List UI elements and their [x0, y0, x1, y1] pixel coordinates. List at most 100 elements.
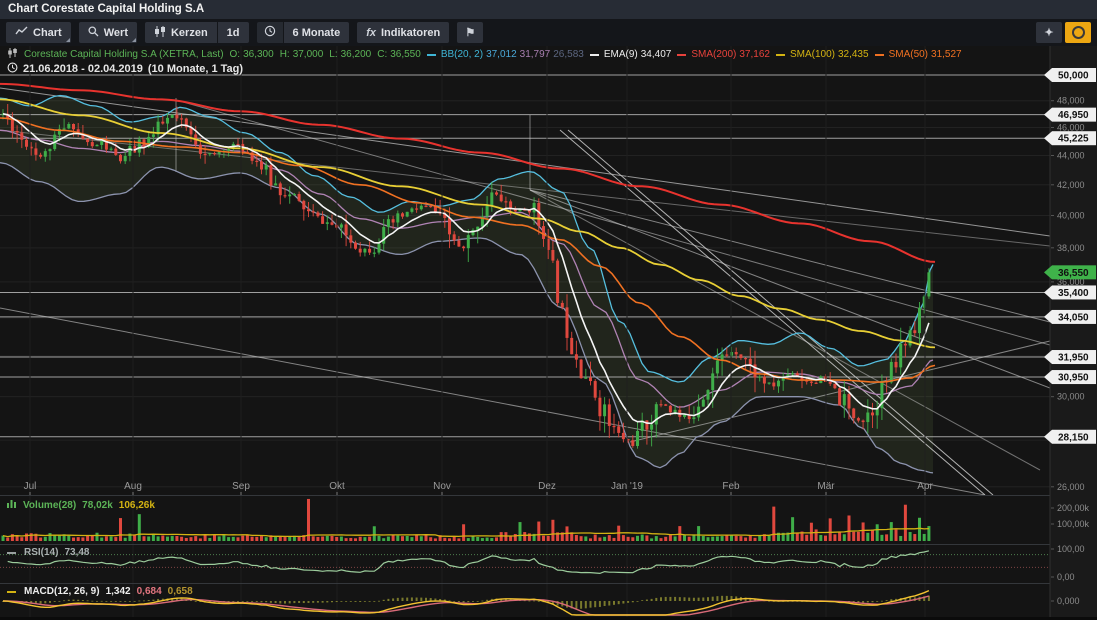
toolbar-right-tools: ✦: [1036, 22, 1091, 43]
date-range-detail: (10 Monate, 1 Tag): [148, 63, 243, 75]
svg-text:50,000: 50,000: [1058, 71, 1089, 82]
search-icon: [88, 26, 99, 40]
macd-label: MACD(12, 26, 9): [24, 586, 100, 597]
sma50-swatch-icon: [875, 54, 884, 56]
instrument-icon: [7, 48, 18, 61]
sma200-swatch-icon: [677, 54, 686, 56]
instrument-search-label: Wert: [104, 27, 128, 39]
time-range-label: 6 Monate: [293, 27, 341, 39]
legend-bb[interactable]: BB(20, 2)37,01231,79726,583: [427, 49, 584, 60]
clock-icon: [7, 62, 18, 76]
interval-label: 1d: [227, 27, 240, 39]
legend-ema[interactable]: EMA(9)34,407: [590, 49, 672, 60]
ema-swatch-icon: [590, 54, 599, 56]
svg-text:35,400: 35,400: [1058, 288, 1089, 299]
bookmark-button[interactable]: ⚑: [457, 22, 483, 43]
svg-text:48,000: 48,000: [1057, 96, 1085, 106]
volume-icon: [7, 499, 17, 511]
toolbar: Chart Wert Kerzen 1d: [0, 19, 1097, 46]
macd-hist-value: 0,658: [168, 586, 193, 597]
macd-legend[interactable]: MACD(12, 26, 9) 1,342 0,684 0,658: [7, 586, 193, 597]
macd-signal-value: 0,684: [137, 586, 162, 597]
svg-text:31,950: 31,950: [1058, 353, 1089, 364]
fx-icon: fx: [366, 27, 376, 39]
rsi-legend[interactable]: RSI(14) 73,48: [7, 547, 89, 558]
candle-style-button[interactable]: Kerzen: [145, 22, 217, 43]
svg-text:100,00: 100,00: [1057, 544, 1085, 554]
ohlc-low: L:36,200: [329, 49, 371, 60]
svg-text:30,950: 30,950: [1058, 373, 1089, 384]
volume-label: Volume(28): [23, 500, 76, 511]
svg-text:42,000: 42,000: [1057, 180, 1085, 190]
sparkle-icon: ✦: [1044, 26, 1053, 39]
svg-text:36,550: 36,550: [1058, 268, 1089, 279]
time-range-clock-button[interactable]: [257, 22, 283, 43]
macd-swatch-icon: [7, 591, 16, 593]
dropdown-caret-icon: [66, 38, 70, 42]
instrument-name[interactable]: Corestate Capital Holding S.A (XETRA, La…: [24, 49, 224, 60]
svg-text:Jan '19: Jan '19: [611, 481, 643, 492]
rsi-value: 73,48: [64, 547, 89, 558]
record-button[interactable]: [1065, 22, 1091, 43]
svg-text:30,000: 30,000: [1057, 392, 1085, 402]
circle-icon: [1072, 26, 1085, 39]
legend-sma100[interactable]: SMA(100)32,435: [776, 49, 869, 60]
time-range-button[interactable]: 6 Monate: [284, 22, 350, 43]
macd-value: 1,342: [106, 586, 131, 597]
svg-text:Okt: Okt: [329, 481, 345, 492]
clock-icon: [264, 25, 276, 40]
svg-text:38,000: 38,000: [1057, 243, 1085, 253]
candle-interval-group: Kerzen 1d: [145, 22, 249, 43]
interval-button[interactable]: 1d: [218, 22, 249, 43]
svg-text:200,00k: 200,00k: [1057, 503, 1090, 513]
svg-text:0,00: 0,00: [1057, 572, 1075, 582]
ohlc-high: H:37,000: [280, 49, 324, 60]
bookmark-icon: ⚑: [465, 26, 475, 39]
candle-style-label: Kerzen: [171, 27, 208, 39]
volume-ma-value: 106,26k: [119, 500, 155, 511]
chart-canvas[interactable]: Jul Aug Sep Okt Nov Dez Jan '19 Feb Mär Apr 48,000…: [0, 0, 1097, 620]
svg-text:45,225: 45,225: [1058, 134, 1089, 145]
magic-wand-button[interactable]: ✦: [1036, 22, 1062, 43]
dropdown-caret-icon: [132, 38, 136, 42]
svg-text:Aug: Aug: [124, 481, 142, 492]
window-title: Chart Corestate Capital Holding S.A: [0, 0, 1097, 19]
svg-text:100,00k: 100,00k: [1057, 519, 1090, 529]
svg-text:Mär: Mär: [817, 481, 835, 492]
date-range-label: 21.06.2018 - 02.04.2019: [23, 63, 143, 75]
svg-text:46,950: 46,950: [1058, 110, 1089, 121]
svg-text:40,000: 40,000: [1057, 211, 1085, 221]
volume-value: 78,02k: [82, 500, 113, 511]
svg-text:26,000: 26,000: [1057, 482, 1085, 492]
indicators-label: Indikatoren: [381, 27, 440, 39]
sma100-swatch-icon: [776, 54, 785, 56]
svg-text:46,000: 46,000: [1057, 123, 1085, 133]
svg-text:34,050: 34,050: [1058, 312, 1089, 323]
indicators-button[interactable]: fx Indikatoren: [357, 22, 449, 43]
main-legend: Corestate Capital Holding S.A (XETRA, La…: [7, 48, 962, 61]
legend-sma200[interactable]: SMA(200)37,162: [677, 49, 770, 60]
svg-text:Sep: Sep: [232, 481, 250, 492]
svg-text:28,150: 28,150: [1058, 432, 1089, 443]
candles-icon: [154, 26, 166, 40]
legend-sma50[interactable]: SMA(50)31,527: [875, 49, 962, 60]
chart-type-button[interactable]: Chart: [6, 22, 71, 43]
line-chart-icon: [15, 26, 28, 39]
instrument-search-button[interactable]: Wert: [79, 22, 137, 43]
svg-text:Nov: Nov: [433, 481, 451, 492]
date-range-row: 21.06.2018 - 02.04.2019 (10 Monate, 1 Ta…: [7, 62, 243, 76]
ohlc-close: C:36,550: [377, 49, 421, 60]
svg-text:0,000: 0,000: [1057, 596, 1080, 606]
svg-text:Feb: Feb: [722, 481, 740, 492]
volume-legend[interactable]: Volume(28) 78,02k 106,26k: [7, 499, 155, 511]
bb-swatch-icon: [427, 54, 436, 56]
rsi-label: RSI(14): [24, 547, 58, 558]
rsi-swatch-icon: [7, 552, 16, 554]
svg-text:44,000: 44,000: [1057, 151, 1085, 161]
svg-text:Jul: Jul: [24, 481, 37, 492]
svg-text:Apr: Apr: [917, 481, 933, 492]
time-range-group: 6 Monate: [257, 22, 350, 43]
svg-text:Dez: Dez: [538, 481, 556, 492]
chart-window: Chart Corestate Capital Holding S.A Char…: [0, 0, 1097, 620]
ohlc-open: O:36,300: [230, 49, 274, 60]
